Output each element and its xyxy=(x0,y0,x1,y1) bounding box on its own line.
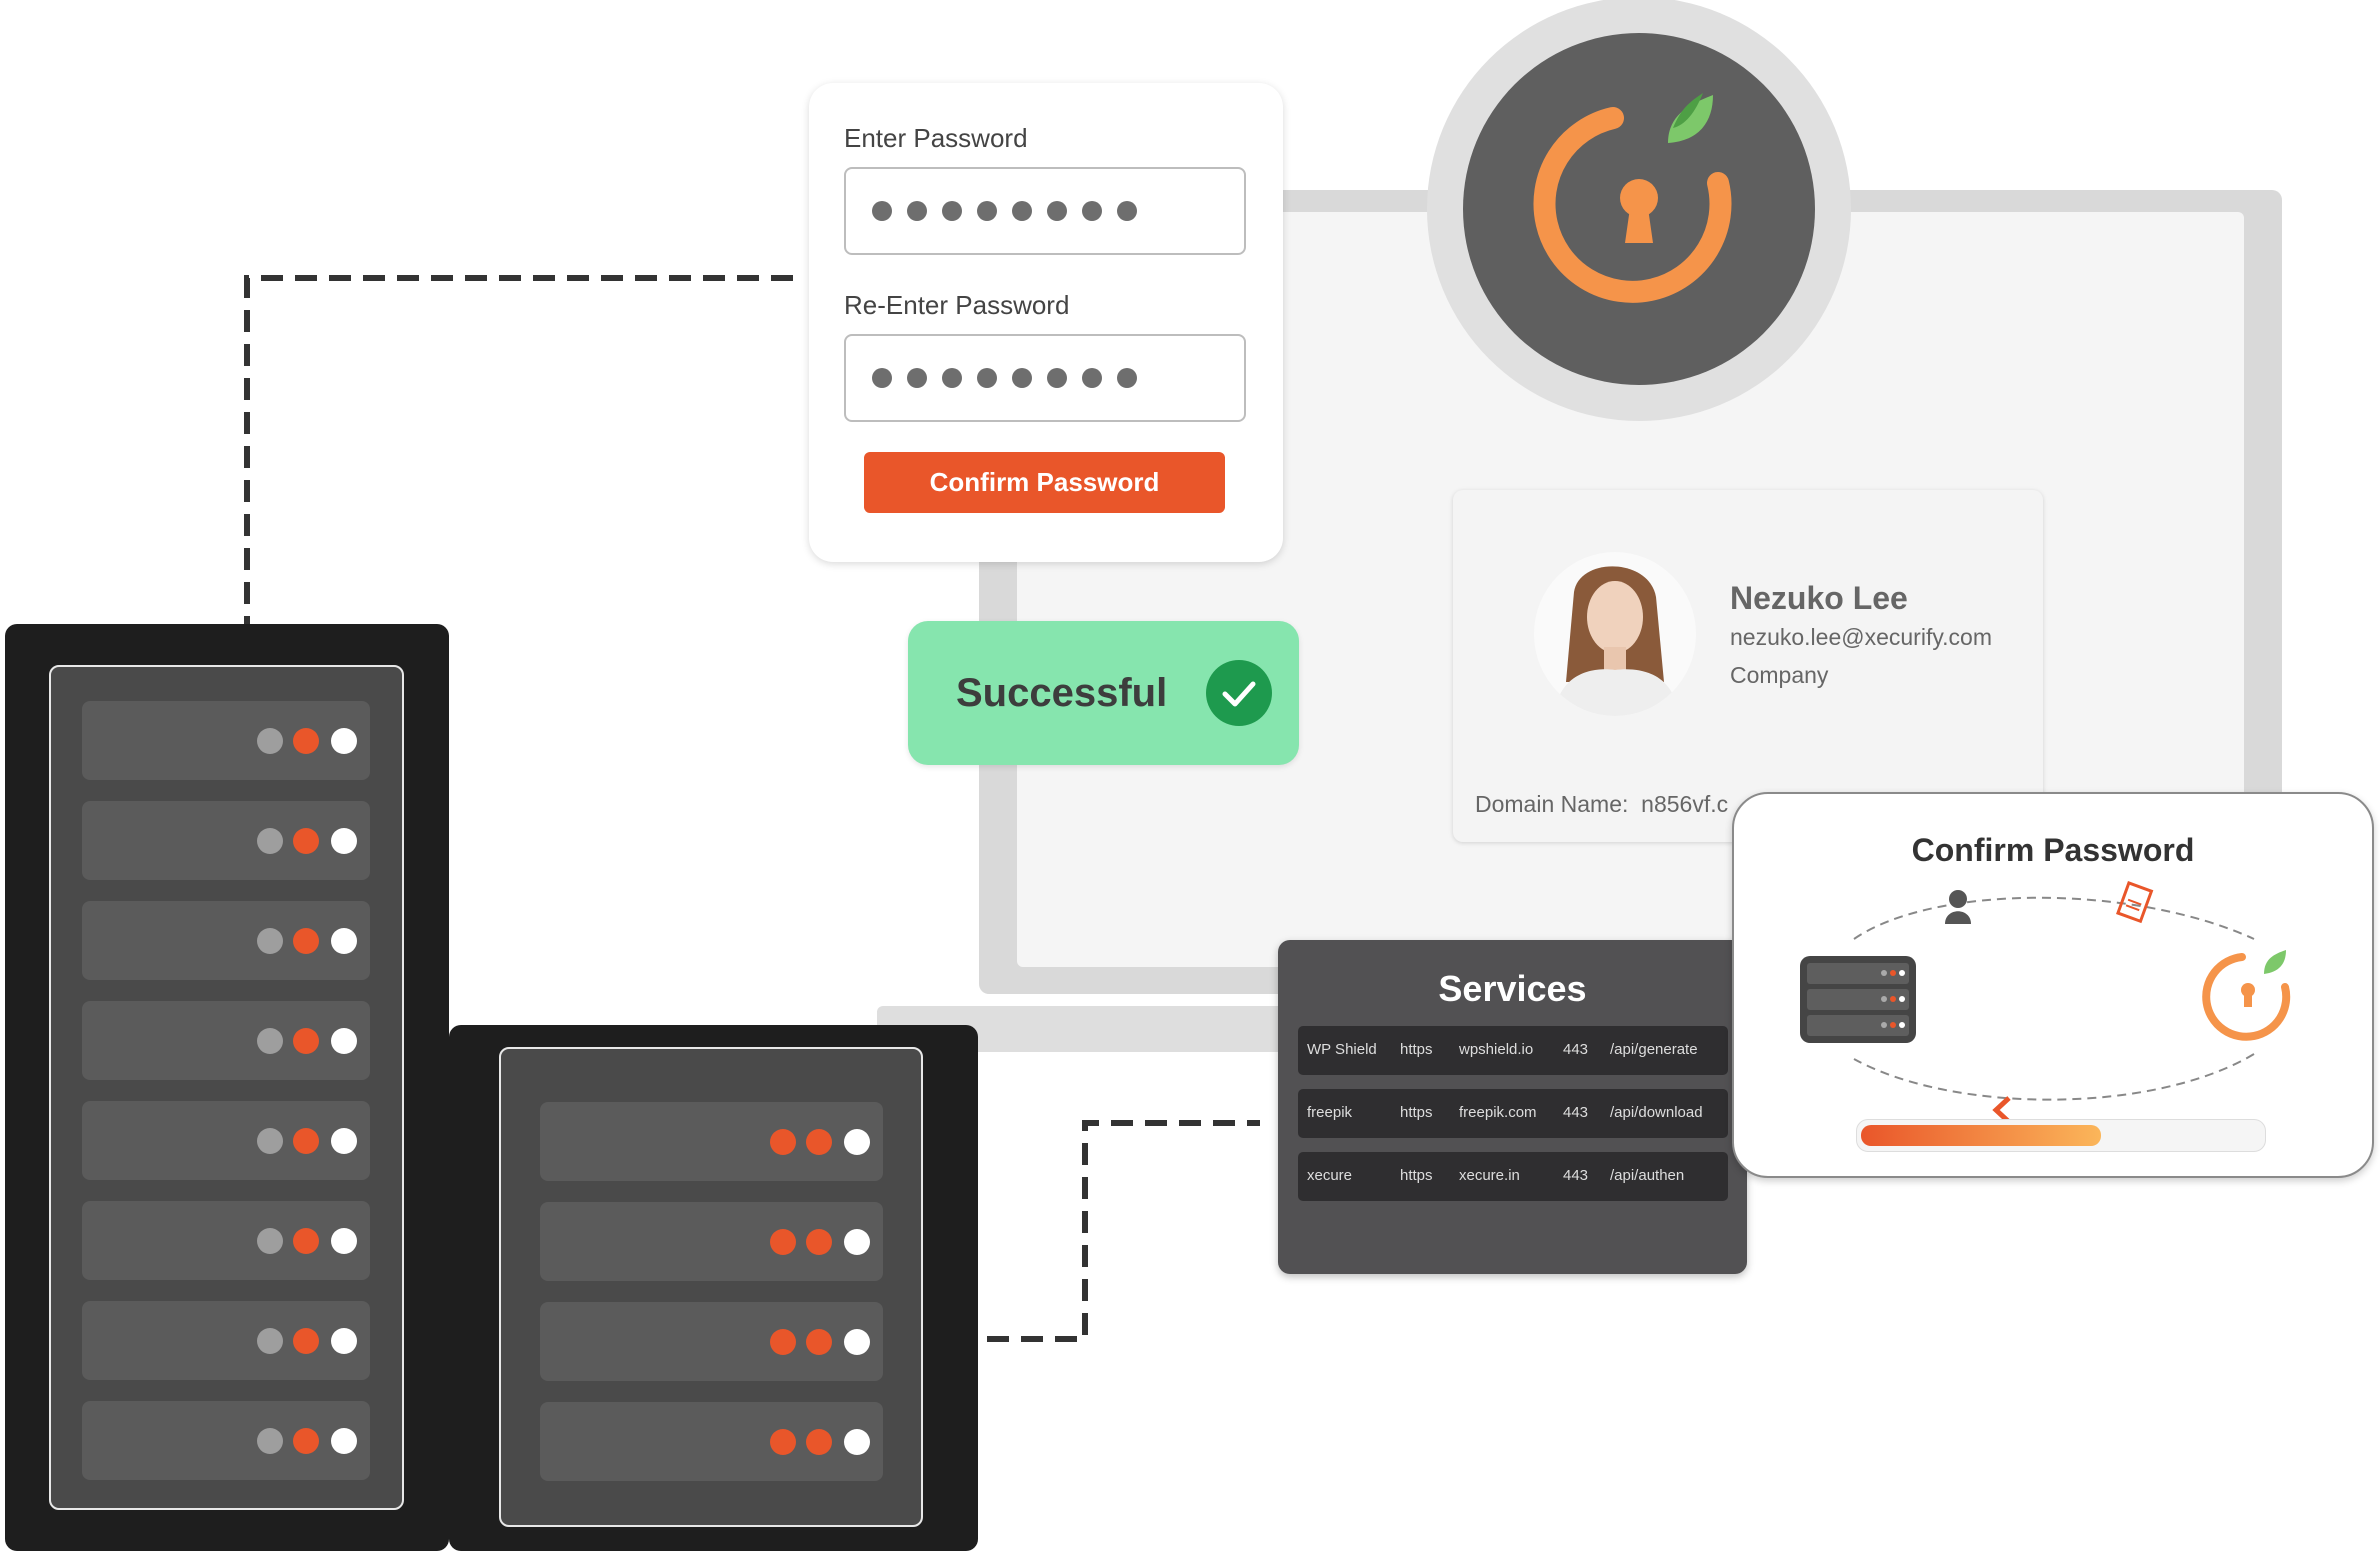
progress-fill xyxy=(1861,1125,2101,1146)
status-light xyxy=(844,1229,870,1255)
status-light xyxy=(331,728,357,754)
reenter-password-label: Re-Enter Password xyxy=(844,290,1070,320)
server-rack-left xyxy=(5,624,449,1551)
confirm-password-button[interactable]: Confirm Password xyxy=(864,452,1225,513)
status-light xyxy=(331,1328,357,1354)
status-light xyxy=(806,1429,832,1455)
reenter-password-input[interactable] xyxy=(844,334,1246,422)
service-protocol: https xyxy=(1400,1167,1433,1184)
enter-password-input[interactable] xyxy=(844,167,1246,255)
profile-email: nezuko.lee@xecurify.com xyxy=(1730,624,1992,650)
domain-value: n856vf.c xyxy=(1641,791,1729,817)
check-icon xyxy=(1206,660,1272,726)
server-slot xyxy=(82,1001,370,1080)
success-badge: Successful xyxy=(908,621,1299,765)
status-light xyxy=(293,1428,319,1454)
server-slot xyxy=(540,1402,883,1481)
status-light xyxy=(257,728,283,754)
status-light xyxy=(806,1129,832,1155)
server-icon xyxy=(1800,956,1916,1043)
enter-password-label: Enter Password xyxy=(844,123,1028,153)
status-light xyxy=(770,1229,796,1255)
server-rack-panel xyxy=(499,1047,923,1527)
service-name: WP Shield xyxy=(1307,1041,1377,1058)
confirm-password-card: Confirm Password xyxy=(1732,792,2374,1178)
status-light xyxy=(331,828,357,854)
status-light xyxy=(293,1128,319,1154)
status-light xyxy=(331,1228,357,1254)
dashed-connector-top xyxy=(244,275,794,638)
server-slot xyxy=(540,1302,883,1381)
status-light xyxy=(331,1128,357,1154)
status-light xyxy=(806,1329,832,1355)
service-name: freepik xyxy=(1307,1104,1353,1121)
domain-row: Domain Name: n856vf.c xyxy=(1475,791,1728,818)
service-row[interactable]: freepik https freepik.com 443 /api/downl… xyxy=(1298,1089,1728,1138)
logo-badge xyxy=(1463,33,1815,385)
service-port: 443 xyxy=(1563,1104,1589,1121)
status-light xyxy=(293,1028,319,1054)
profile-name: Nezuko Lee xyxy=(1730,580,1908,616)
server-slot xyxy=(82,1401,370,1480)
service-protocol: https xyxy=(1400,1041,1433,1058)
service-host: xecure.in xyxy=(1459,1167,1520,1184)
server-rack-panel xyxy=(49,665,404,1510)
status-light xyxy=(293,1228,319,1254)
status-light xyxy=(806,1229,832,1255)
status-light xyxy=(257,1028,283,1054)
service-path: /api/authen xyxy=(1610,1167,1685,1184)
server-slot xyxy=(82,1101,370,1180)
progress-bar xyxy=(1856,1119,2266,1152)
keyhole-logo-icon xyxy=(1533,93,1732,303)
server-slot xyxy=(82,1301,370,1380)
profile-company: Company xyxy=(1730,662,1829,688)
service-protocol: https xyxy=(1400,1104,1433,1121)
server-rack-right xyxy=(449,1025,978,1551)
status-light xyxy=(257,928,283,954)
status-light xyxy=(331,928,357,954)
avatar xyxy=(1534,552,1696,716)
service-port: 443 xyxy=(1563,1167,1589,1184)
server-slot xyxy=(540,1102,883,1181)
services-title: Services xyxy=(1438,968,1587,1009)
status-light xyxy=(257,1428,283,1454)
status-light xyxy=(770,1329,796,1355)
success-label: Successful xyxy=(956,670,1168,715)
service-name: xecure xyxy=(1307,1167,1353,1184)
status-light xyxy=(770,1429,796,1455)
dashed-connector-bottom xyxy=(953,1120,1260,1342)
server-slot xyxy=(82,901,370,980)
server-slot xyxy=(82,801,370,880)
service-path: /api/generate xyxy=(1610,1041,1698,1058)
services-panel: Services WP Shield https wpshield.io 443… xyxy=(1278,940,1747,1274)
status-light xyxy=(293,728,319,754)
keyhole-logo-icon xyxy=(2202,950,2291,1041)
status-light xyxy=(331,1428,357,1454)
service-port: 443 xyxy=(1563,1041,1589,1058)
status-light xyxy=(844,1429,870,1455)
status-light xyxy=(257,1328,283,1354)
status-light xyxy=(844,1129,870,1155)
service-host: wpshield.io xyxy=(1459,1041,1534,1058)
service-host: freepik.com xyxy=(1459,1104,1537,1121)
server-slot xyxy=(82,701,370,780)
status-light xyxy=(844,1329,870,1355)
user-icon xyxy=(1945,890,1971,924)
document-icon xyxy=(2116,881,2154,924)
domain-label: Domain Name: xyxy=(1475,791,1629,817)
status-light xyxy=(293,928,319,954)
server-slot xyxy=(82,1201,370,1280)
status-light xyxy=(257,1128,283,1154)
status-light xyxy=(293,828,319,854)
profile-card: Nezuko Lee nezuko.lee@xecurify.com Compa… xyxy=(1453,490,2043,842)
service-row[interactable]: xecure https xecure.in 443 /api/authen xyxy=(1298,1152,1728,1201)
server-slot xyxy=(540,1202,883,1281)
status-light xyxy=(257,1228,283,1254)
service-path: /api/download xyxy=(1610,1104,1703,1121)
status-light xyxy=(770,1129,796,1155)
service-row[interactable]: WP Shield https wpshield.io 443 /api/gen… xyxy=(1298,1026,1728,1075)
status-light xyxy=(331,1028,357,1054)
status-light xyxy=(293,1328,319,1354)
status-light xyxy=(257,828,283,854)
